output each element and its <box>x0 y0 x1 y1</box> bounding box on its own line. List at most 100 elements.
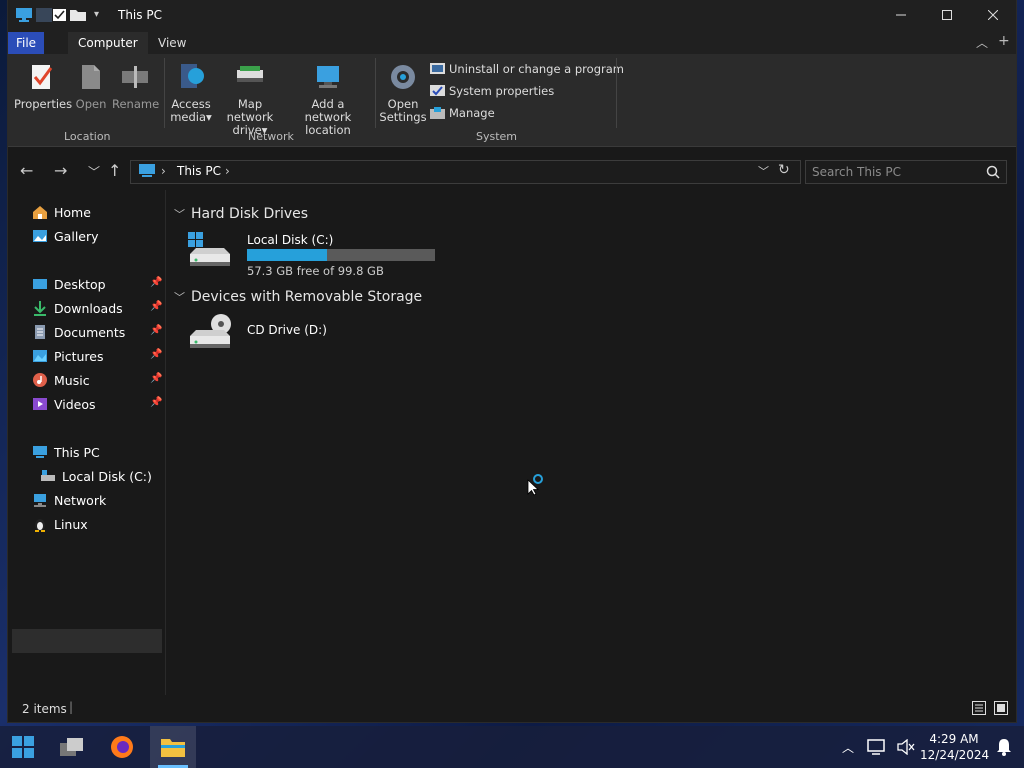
tab-file[interactable]: File <box>8 32 44 54</box>
home-icon <box>33 206 47 219</box>
maximize-button[interactable] <box>924 0 970 30</box>
ribbon: Properties Open Rename Location Access me… <box>8 54 1016 147</box>
network-group-label: Network <box>248 130 294 143</box>
pictures-icon <box>33 350 47 362</box>
network-status-icon[interactable] <box>864 726 888 768</box>
new-folder-icon[interactable] <box>70 8 86 22</box>
pin-icon[interactable]: 📌 <box>150 325 162 336</box>
clock[interactable]: 4:29 AM 12/24/2024 <box>920 731 990 763</box>
collapse-ribbon-icon[interactable]: ︿ <box>976 34 988 51</box>
file-explorer-taskbar-button[interactable] <box>150 726 196 768</box>
refresh-icon[interactable]: ↻ <box>778 162 790 178</box>
open-settings-button[interactable]: Open Settings <box>378 62 428 124</box>
sidebar-item-music[interactable]: Music <box>32 368 90 392</box>
clock-date: 12/24/2024 <box>920 748 990 762</box>
details-view-icon[interactable] <box>972 701 986 715</box>
sidebar-item-home[interactable]: Home <box>32 200 91 224</box>
pane-divider[interactable] <box>165 190 166 695</box>
address-bar[interactable]: › This PC › ﹀ ↻ <box>130 160 801 184</box>
taskbar: ︿ 4:29 AM 12/24/2024 <box>0 726 1024 768</box>
sidebar-item-desktop[interactable]: Desktop <box>32 272 106 296</box>
sidebar-item-linux[interactable]: Linux <box>32 512 88 536</box>
removable-storage-group-header[interactable]: ﹀ Devices with Removable Storage <box>174 289 422 305</box>
search-box[interactable] <box>805 160 1007 184</box>
breadcrumb-separator-icon[interactable]: › <box>225 164 230 178</box>
local-disk-c-label[interactable]: Local Disk (C:) <box>247 233 333 247</box>
system-group-label: System <box>476 130 518 143</box>
open-button[interactable]: Open <box>70 62 112 111</box>
sidebar-item-gallery[interactable]: Gallery <box>32 224 99 248</box>
sidebar-label: Home <box>54 204 91 220</box>
open-icon <box>82 65 100 89</box>
sidebar-item-videos[interactable]: Videos <box>32 392 96 416</box>
access-media-icon <box>181 64 204 88</box>
manage-icon <box>430 106 445 119</box>
item-count: 2 items <box>22 702 67 716</box>
forward-arrow-icon[interactable]: → <box>54 161 67 180</box>
sidebar-item-local-disk[interactable]: Local Disk (C:) <box>40 464 152 488</box>
system-properties-button[interactable]: System properties <box>430 84 554 98</box>
up-arrow-icon[interactable]: ↑ <box>108 161 121 180</box>
folder-icon <box>161 739 185 757</box>
ribbon-separator <box>164 58 165 128</box>
properties-button[interactable]: Properties <box>14 62 72 111</box>
pin-icon[interactable]: 📌 <box>150 301 162 312</box>
ribbon-separator <box>375 58 376 128</box>
access-media-button[interactable]: Access media▾ <box>168 62 214 124</box>
task-view-button[interactable] <box>54 726 90 768</box>
hard-disk-group-header[interactable]: ﹀ Hard Disk Drives <box>174 206 308 222</box>
search-input[interactable] <box>812 164 972 180</box>
speaker-muted-icon <box>897 739 915 755</box>
volume-muted-icon[interactable] <box>894 726 918 768</box>
add-network-location-button[interactable]: Add a network location <box>288 62 368 137</box>
sidebar-item-documents[interactable]: Documents <box>32 320 125 344</box>
rename-label: Rename <box>112 97 160 111</box>
music-icon <box>33 373 47 387</box>
gear-icon <box>391 65 415 89</box>
pin-icon[interactable]: 📌 <box>150 277 162 288</box>
rename-button[interactable]: Rename <box>112 62 160 111</box>
manage-button[interactable]: Manage <box>430 106 495 120</box>
help-icon[interactable]: + <box>998 33 1010 49</box>
bell-icon <box>997 739 1011 756</box>
sidebar-item-pictures[interactable]: Pictures <box>32 344 104 368</box>
disk-usage-bar <box>247 249 435 261</box>
sidebar-item-downloads[interactable]: Downloads <box>32 296 123 320</box>
firefox-button[interactable] <box>104 726 140 768</box>
desktop-icon <box>33 279 47 289</box>
address-dropdown-icon[interactable]: ﹀ <box>758 163 769 179</box>
pin-icon[interactable]: 📌 <box>150 397 162 408</box>
checkbox-icon[interactable] <box>52 8 68 22</box>
sidebar-label: Desktop <box>54 276 106 292</box>
tab-computer[interactable]: Computer <box>68 32 148 54</box>
pin-icon[interactable]: 📌 <box>150 373 162 384</box>
notifications-button[interactable] <box>992 726 1016 768</box>
sidebar-label: Network <box>54 492 107 508</box>
search-icon[interactable] <box>986 165 1000 179</box>
back-arrow-icon[interactable]: ← <box>20 161 33 180</box>
sidebar-item-this-pc[interactable]: This PC <box>32 440 100 464</box>
recent-locations-chevron-icon[interactable]: ﹀ <box>88 163 100 180</box>
windows-drive-icon <box>188 232 230 266</box>
open-settings-label: Open Settings <box>379 97 427 124</box>
sidebar-label: Linux <box>54 516 88 532</box>
quick-access-dropdown-icon[interactable]: ▾ <box>94 9 99 20</box>
cd-drive-d-label[interactable]: CD Drive (D:) <box>247 323 327 337</box>
downloads-icon <box>34 301 46 316</box>
large-icons-view-icon[interactable] <box>994 701 1008 715</box>
sidebar-label: Videos <box>54 396 96 412</box>
close-button[interactable] <box>970 0 1016 30</box>
map-network-drive-button[interactable]: Map network drive▾ <box>214 62 286 137</box>
uninstall-program-button[interactable]: Uninstall or change a program <box>430 62 624 76</box>
this-pc-icon <box>16 8 32 22</box>
tab-view[interactable]: View <box>148 32 196 54</box>
start-button[interactable] <box>6 726 40 768</box>
title-bar: ▾ This PC <box>8 0 1016 32</box>
uninstall-icon <box>430 62 445 74</box>
minimize-button[interactable] <box>878 0 924 30</box>
sidebar-label: Music <box>54 372 90 388</box>
pin-icon[interactable]: 📌 <box>150 349 162 360</box>
show-hidden-icons-chevron-icon[interactable]: ︿ <box>838 726 858 768</box>
breadcrumb-this-pc[interactable]: This PC <box>177 164 221 178</box>
sidebar-item-network[interactable]: Network <box>32 488 106 512</box>
